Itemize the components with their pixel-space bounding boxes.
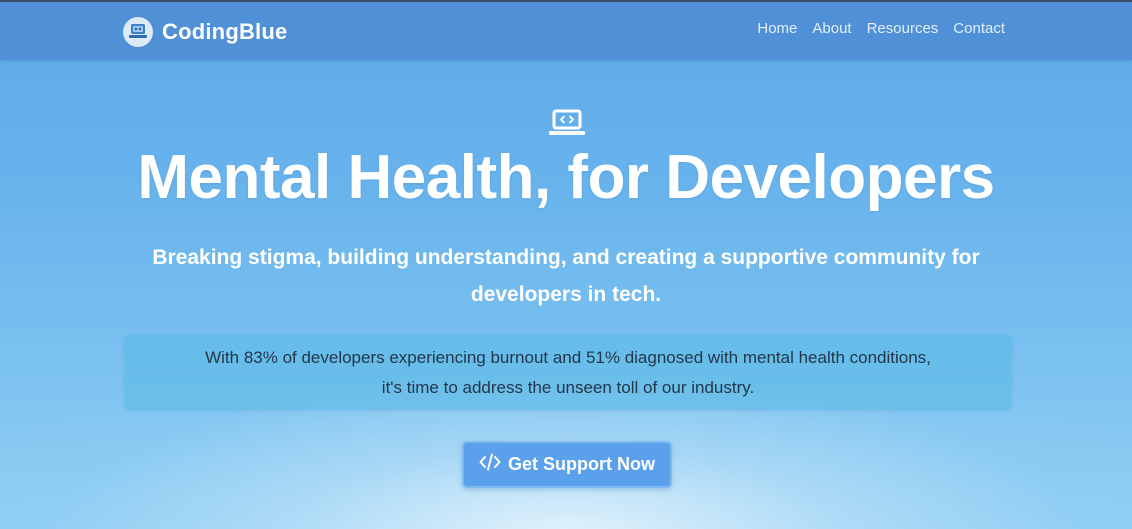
laptop-code-icon [548,109,586,137]
brand-name: CodingBlue [162,19,288,44]
brand[interactable]: CodingBlue [123,16,287,48]
nav-links: Home About Resources Contact [757,20,1005,37]
get-support-label: Get Support Now [508,454,655,474]
laptop-robot-icon [123,17,153,47]
hero-subtitle: Breaking stigma, building understanding,… [152,246,980,306]
nav-link-contact[interactable]: Contact [953,20,1005,37]
get-support-button[interactable]: Get Support Now [462,441,672,488]
nav-link-home[interactable]: Home [757,20,797,37]
nav-link-about[interactable]: About [812,20,851,37]
statistic-callout: With 83% of developers experiencing burn… [124,335,1012,410]
statistic-text: With 83% of developers experiencing burn… [205,347,931,397]
code-icon [479,453,501,476]
nav-link-resources[interactable]: Resources [867,20,939,37]
hero-title: Mental Health, for Developers [137,143,995,212]
navbar: CodingBlue Home About Resources Contact [0,2,1132,60]
